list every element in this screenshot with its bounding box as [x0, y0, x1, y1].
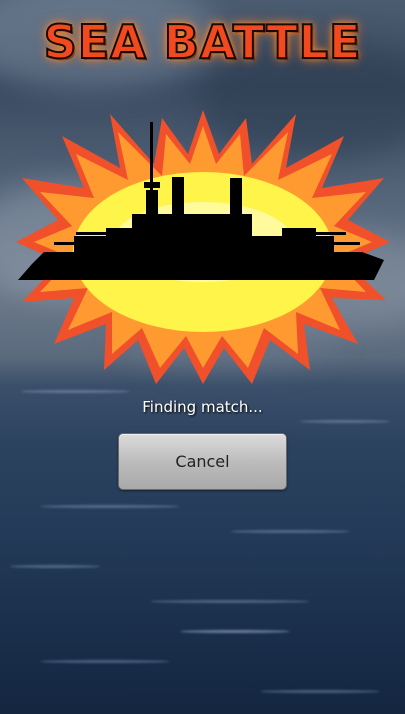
- wave: [230, 530, 350, 533]
- wave: [40, 505, 180, 508]
- game-title: SEA BATTLE: [43, 14, 362, 70]
- wave: [180, 630, 290, 633]
- wave: [300, 420, 390, 423]
- wave: [260, 690, 380, 693]
- wave: [40, 660, 170, 663]
- wave: [10, 565, 100, 568]
- cancel-button-label: Cancel: [175, 452, 230, 471]
- game-screen: SEA BATTLE Finding match... Cancel: [0, 0, 405, 714]
- wave: [150, 600, 310, 603]
- wave: [20, 390, 130, 393]
- battleship-explosion-icon: [16, 110, 390, 384]
- status-text: Finding match...: [142, 398, 263, 416]
- cancel-button[interactable]: Cancel: [118, 433, 287, 490]
